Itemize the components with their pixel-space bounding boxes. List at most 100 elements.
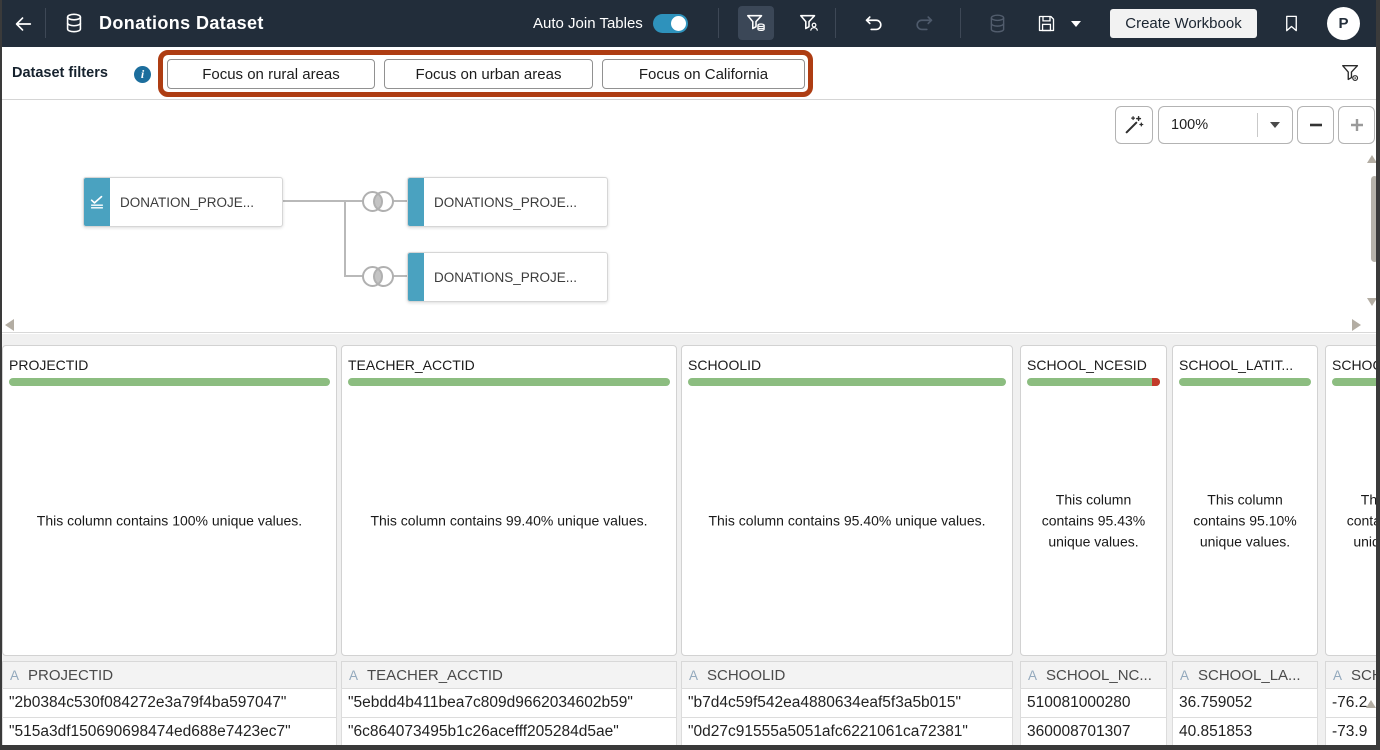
column-header-cell[interactable]: ASCHOOL_NC... bbox=[1020, 661, 1167, 688]
text-type-icon: A bbox=[689, 668, 698, 683]
text-type-icon: A bbox=[1028, 668, 1037, 683]
redo-button[interactable] bbox=[907, 6, 943, 40]
table-node-joined-1[interactable]: DONATIONS_PROJE... bbox=[407, 177, 608, 227]
data-cell: "b7d4c59f542ea4880634eaf5f3a5b015" bbox=[681, 688, 1013, 717]
annotation-highlight-box bbox=[158, 50, 813, 97]
data-cell: 510081000280 bbox=[1020, 688, 1167, 717]
minus-icon bbox=[1307, 116, 1325, 134]
database-icon-disabled bbox=[987, 13, 1008, 34]
preview-column-panel: SCHOO This column contains 95.10% unique … bbox=[1325, 345, 1380, 746]
zoom-level-value: 100% bbox=[1159, 117, 1257, 133]
preview-column-panel: TEACHER_ACCTID This column contains 99.40… bbox=[341, 345, 677, 746]
back-button[interactable] bbox=[0, 0, 45, 47]
filter-data-icon bbox=[745, 12, 767, 34]
join-icon[interactable] bbox=[359, 263, 397, 290]
window-border-left bbox=[0, 0, 2, 750]
undo-button[interactable] bbox=[855, 6, 891, 40]
column-header-cell[interactable]: A SCHOOLID bbox=[681, 661, 1013, 688]
column-header-cell[interactable]: A SCHOOL_LA... bbox=[1172, 661, 1318, 688]
window-border-right bbox=[1376, 0, 1380, 750]
dataset-filter-bar: Dataset filters i Focus on rural areas F… bbox=[0, 47, 1380, 100]
text-type-icon: A bbox=[1333, 668, 1342, 683]
data-cell: "0d27c91555a5051afc6221061ca72381" bbox=[681, 717, 1013, 746]
session-filters-button[interactable] bbox=[791, 6, 827, 40]
filter-user-icon bbox=[798, 12, 820, 34]
unique-values-text: This column contains 95.10% unique value… bbox=[1181, 490, 1309, 553]
window-border-bottom bbox=[0, 745, 1380, 750]
column-header-label: SCHOOLID bbox=[707, 667, 785, 684]
bookmark-icon bbox=[1282, 14, 1301, 33]
column-header-label: TEACHER_ACCTID bbox=[367, 667, 503, 684]
data-cell: 36.759052 bbox=[1172, 688, 1318, 717]
column-quality-card[interactable]: SCHOOLIDThis column contains 95.40% uniq… bbox=[681, 345, 1013, 656]
join-diagram-canvas: 100% DONATION_PROJE... DONATION bbox=[0, 100, 1380, 333]
auto-join-toggle[interactable] bbox=[653, 14, 688, 33]
avatar[interactable]: P bbox=[1327, 7, 1360, 40]
top-bar: Donations Dataset Auto Join Tables Creat… bbox=[0, 0, 1380, 47]
zoom-in-button[interactable] bbox=[1338, 106, 1375, 144]
table-node-root[interactable]: DONATION_PROJE... bbox=[83, 177, 283, 227]
data-cell: -73.9 bbox=[1325, 717, 1380, 746]
table-node-label: DONATIONS_PROJE... bbox=[424, 270, 577, 285]
filter-settings-button[interactable] bbox=[1340, 62, 1362, 89]
column-header-label: SCHOOL_LA... bbox=[1198, 667, 1301, 684]
preview-column-panel: SCHOOL_NCESIDThis column contains 95.43%… bbox=[1020, 345, 1167, 746]
undo-icon bbox=[862, 12, 884, 34]
text-type-icon: A bbox=[10, 668, 19, 683]
hscroll-right-arrow[interactable] bbox=[1352, 319, 1361, 331]
quality-bar-red-tip bbox=[1152, 378, 1160, 386]
info-icon[interactable]: i bbox=[134, 66, 151, 83]
quality-bar bbox=[348, 378, 670, 386]
data-preview-section: PROJECTID This column contains 100% uniqu… bbox=[0, 334, 1380, 750]
back-arrow-icon bbox=[12, 13, 34, 35]
text-type-icon: A bbox=[1180, 668, 1189, 683]
column-quality-card[interactable]: SCHOOL_NCESIDThis column contains 95.43%… bbox=[1020, 345, 1167, 656]
unique-values-text: This column contains 99.40% unique value… bbox=[350, 511, 668, 532]
data-cell: 40.851853 bbox=[1172, 717, 1318, 746]
data-button[interactable] bbox=[979, 6, 1015, 40]
quality-bar bbox=[1179, 378, 1311, 386]
redo-icon bbox=[914, 12, 936, 34]
quality-bar bbox=[9, 378, 330, 386]
column-header-cell[interactable]: A TEACHER_ACCTID bbox=[341, 661, 677, 688]
table-node-label: DONATION_PROJE... bbox=[110, 195, 254, 210]
column-quality-card[interactable]: SCHOO This column contains 95.10% unique … bbox=[1325, 345, 1380, 656]
zoom-level-select[interactable]: 100% bbox=[1158, 106, 1293, 144]
zoom-caret-icon bbox=[1270, 122, 1280, 128]
unique-values-text: This column contains 100% unique values. bbox=[11, 511, 328, 532]
table-node-label: DONATIONS_PROJE... bbox=[424, 195, 577, 210]
preview-scroll-up-arrow[interactable] bbox=[1366, 700, 1376, 708]
table-node-joined-2[interactable]: DONATIONS_PROJE... bbox=[407, 252, 608, 302]
join-icon[interactable] bbox=[359, 188, 397, 215]
save-button[interactable] bbox=[1028, 6, 1064, 40]
column-quality-card[interactable]: TEACHER_ACCTID This column contains 99.40… bbox=[341, 345, 677, 656]
text-type-icon: A bbox=[349, 668, 358, 683]
column-header-label: PROJECTID bbox=[28, 667, 113, 684]
page-title: Donations Dataset bbox=[99, 0, 264, 47]
preview-column-panel: SCHOOL_LATIT... This column contains 95.1… bbox=[1172, 345, 1318, 746]
column-header-cell[interactable]: ASCH bbox=[1325, 661, 1380, 688]
preview-column-panel: SCHOOLID This column contains 95.40% uniq… bbox=[681, 345, 1013, 746]
save-menu-caret[interactable] bbox=[1071, 21, 1081, 27]
column-title: SCHOO bbox=[1332, 357, 1380, 373]
dataset-filters-button[interactable] bbox=[738, 6, 774, 40]
prepared-table-icon bbox=[88, 193, 106, 211]
bookmark-button[interactable] bbox=[1273, 6, 1309, 40]
column-quality-card[interactable]: SCHOOL_LATIT... This column contains 95.1… bbox=[1172, 345, 1318, 656]
quality-bar bbox=[688, 378, 1006, 386]
quality-bar bbox=[1027, 378, 1160, 386]
filter-gear-icon bbox=[1340, 62, 1362, 84]
hscroll-left-arrow[interactable] bbox=[5, 319, 14, 331]
create-workbook-button[interactable]: Create Workbook bbox=[1110, 9, 1257, 38]
column-quality-card[interactable]: PROJECTIDThis column contains 100% uniqu… bbox=[2, 345, 337, 656]
auto-layout-button[interactable] bbox=[1115, 106, 1153, 144]
zoom-out-button[interactable] bbox=[1297, 106, 1334, 144]
column-title: SCHOOL_LATIT... bbox=[1179, 357, 1293, 373]
unique-values-text: This column contains 95.10% unique value… bbox=[1334, 490, 1380, 553]
column-header-cell[interactable]: A PROJECTID bbox=[2, 661, 337, 688]
data-cell: "5ebdd4b411bea7c809d9662034602b59" bbox=[341, 688, 677, 717]
plus-icon bbox=[1348, 116, 1366, 134]
save-icon bbox=[1036, 13, 1057, 34]
unique-values-text: This column contains 95.40% unique value… bbox=[690, 511, 1004, 532]
column-title: TEACHER_ACCTID bbox=[348, 357, 475, 373]
